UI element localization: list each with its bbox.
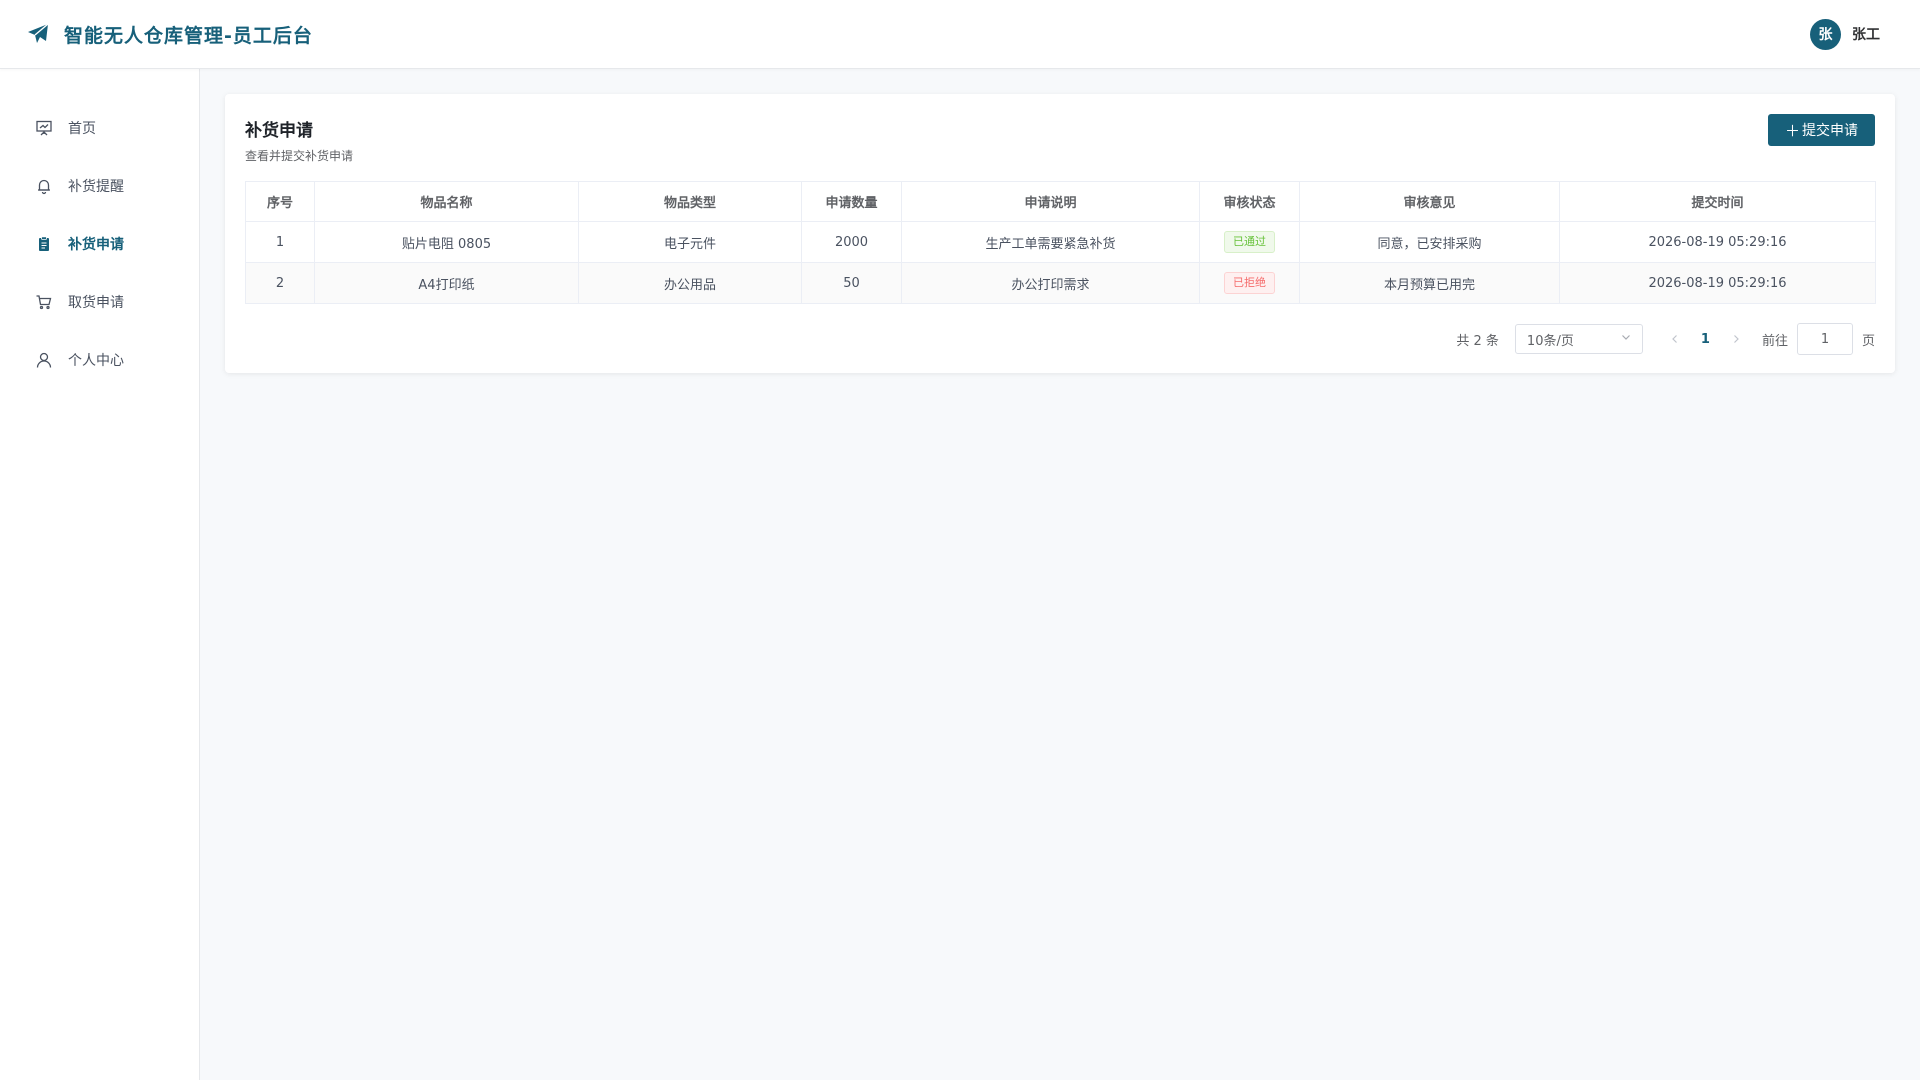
sidebar-item-label: 补货提醒 bbox=[68, 179, 124, 195]
chevron-down-icon bbox=[1620, 331, 1632, 347]
column-header[interactable]: 申请数量 bbox=[801, 181, 902, 222]
column-header[interactable]: 申请说明 bbox=[901, 181, 1200, 222]
paper-plane-icon bbox=[26, 22, 50, 46]
cell-no: 2 bbox=[245, 262, 315, 304]
sidebar: 首页 补货提醒 补货申请 取货申请 个人中心 bbox=[0, 69, 200, 1080]
status-badge: 已拒绝 bbox=[1224, 272, 1275, 294]
request-table: 序号 物品名称 物品类型 申请数量 申请说明 审核状态 审核意见 提交时间 1 … bbox=[245, 181, 1876, 304]
sidebar-item-restock-reminder[interactable]: 补货提醒 bbox=[0, 157, 199, 215]
next-page-button[interactable] bbox=[1726, 329, 1746, 349]
cell-description: 办公打印需求 bbox=[901, 262, 1200, 304]
cell-quantity: 50 bbox=[801, 262, 902, 304]
cell-quantity: 2000 bbox=[801, 221, 902, 263]
page-suffix: 页 bbox=[1861, 333, 1875, 349]
bell-icon bbox=[35, 177, 53, 195]
sidebar-item-label: 个人中心 bbox=[68, 353, 124, 369]
plus-icon: ＋ bbox=[1784, 121, 1800, 140]
table-header-row: 序号 物品名称 物品类型 申请数量 申请说明 审核状态 审核意见 提交时间 bbox=[245, 181, 1876, 222]
sidebar-item-label: 取货申请 bbox=[68, 295, 124, 311]
sidebar-item-label: 补货申请 bbox=[68, 237, 124, 253]
chevron-left-icon bbox=[1672, 335, 1677, 343]
user-menu[interactable]: 张 张工 bbox=[1810, 18, 1880, 50]
submit-request-button[interactable]: ＋ 提交申请 bbox=[1767, 114, 1875, 146]
submit-request-label: 提交申请 bbox=[1802, 123, 1858, 139]
page-size-value: 10条/页 bbox=[1526, 333, 1574, 349]
page-size-select[interactable]: 10条/页 bbox=[1514, 324, 1643, 354]
column-header[interactable]: 物品类型 bbox=[578, 181, 802, 222]
cell-opinion: 本月预算已用完 bbox=[1299, 262, 1560, 304]
status-badge: 已通过 bbox=[1224, 231, 1275, 253]
cell-item-name: 贴片电阻 0805 bbox=[314, 221, 579, 263]
page-number-current[interactable]: 1 bbox=[1701, 332, 1710, 347]
clipboard-icon bbox=[35, 235, 53, 253]
avatar[interactable]: 张 bbox=[1810, 18, 1841, 50]
sidebar-item-label: 首页 bbox=[68, 121, 96, 137]
table-row[interactable]: 1 贴片电阻 0805 电子元件 2000 生产工单需要紧急补货 已通过 同意，… bbox=[245, 221, 1876, 263]
sidebar-item-profile[interactable]: 个人中心 bbox=[0, 331, 199, 389]
column-header[interactable]: 物品名称 bbox=[314, 181, 579, 222]
brand[interactable]: 智能无人仓库管理-员工后台 bbox=[26, 21, 313, 48]
total-count: 共 2 条 bbox=[1456, 333, 1499, 349]
page-jump-input[interactable] bbox=[1796, 323, 1853, 355]
chevron-right-icon bbox=[1734, 335, 1739, 343]
app-title: 智能无人仓库管理-员工后台 bbox=[64, 24, 313, 47]
jump-label: 前往 bbox=[1761, 333, 1788, 349]
column-header[interactable]: 序号 bbox=[245, 181, 315, 222]
cell-opinion: 同意，已安排采购 bbox=[1299, 221, 1560, 263]
presentation-icon bbox=[35, 119, 53, 137]
cart-icon bbox=[35, 293, 53, 311]
cell-time: 2026-08-19 05:29:16 bbox=[1559, 221, 1876, 263]
column-header[interactable]: 提交时间 bbox=[1559, 181, 1876, 222]
sidebar-item-home[interactable]: 首页 bbox=[0, 99, 199, 157]
cell-item-name: A4打印纸 bbox=[314, 262, 579, 304]
column-header[interactable]: 审核状态 bbox=[1199, 181, 1300, 222]
cell-no: 1 bbox=[245, 221, 315, 263]
cell-time: 2026-08-19 05:29:16 bbox=[1559, 262, 1876, 304]
cell-status: 已拒绝 bbox=[1199, 262, 1300, 304]
cell-status: 已通过 bbox=[1199, 221, 1300, 263]
top-header: 智能无人仓库管理-员工后台 张 张工 bbox=[0, 0, 1920, 69]
pagination: 共 2 条 10条/页 1 前往 页 bbox=[245, 323, 1875, 355]
cell-item-type: 办公用品 bbox=[578, 262, 802, 304]
user-icon bbox=[35, 351, 53, 369]
card-header: 补货申请 查看并提交补货申请 ＋ 提交申请 bbox=[245, 114, 1875, 164]
restock-request-card: 补货申请 查看并提交补货申请 ＋ 提交申请 序号 物品名称 物品类型 申请数量 … bbox=[225, 94, 1895, 373]
column-header[interactable]: 审核意见 bbox=[1299, 181, 1560, 222]
cell-item-type: 电子元件 bbox=[578, 221, 802, 263]
page-title: 补货申请 bbox=[245, 121, 313, 141]
prev-page-button[interactable] bbox=[1665, 329, 1685, 349]
cell-description: 生产工单需要紧急补货 bbox=[901, 221, 1200, 263]
sidebar-item-restock-request[interactable]: 补货申请 bbox=[0, 215, 199, 273]
page-subtitle: 查看并提交补货申请 bbox=[245, 149, 354, 163]
user-name[interactable]: 张工 bbox=[1852, 24, 1880, 44]
table-row[interactable]: 2 A4打印纸 办公用品 50 办公打印需求 已拒绝 本月预算已用完 2026-… bbox=[245, 262, 1876, 304]
sidebar-item-pickup-request[interactable]: 取货申请 bbox=[0, 273, 199, 331]
